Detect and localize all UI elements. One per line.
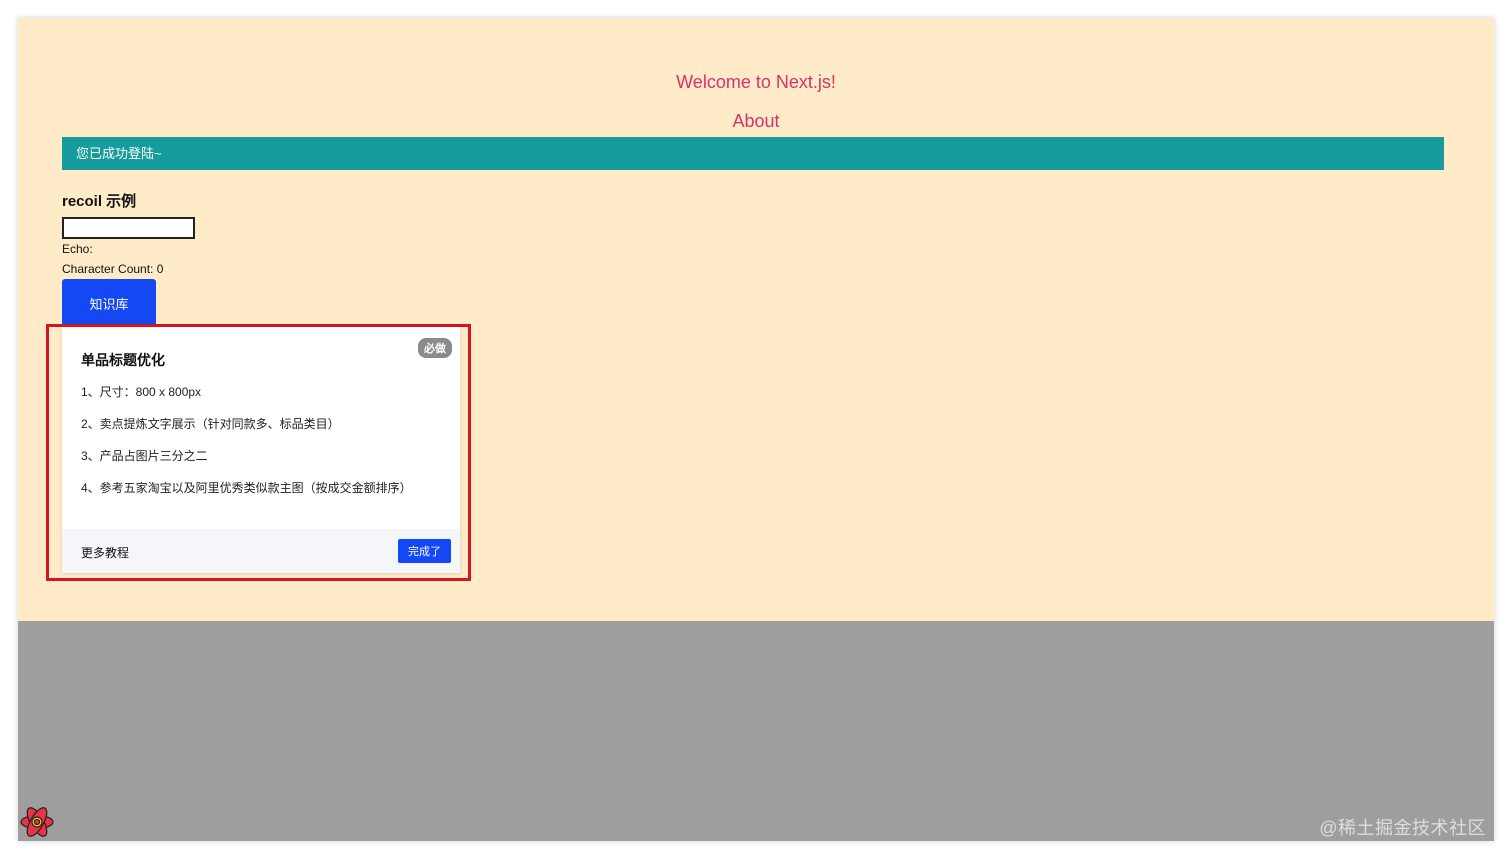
knowledge-base-button[interactable]: 知识库 [62,279,156,327]
page-content: Welcome to Next.js! About 您已成功登陆~ recoil… [18,18,1494,621]
about-link[interactable]: About [18,111,1494,132]
browser-viewport: Welcome to Next.js! About 您已成功登陆~ recoil… [18,18,1494,841]
login-success-banner: 您已成功登陆~ [62,137,1444,170]
echo-label: Echo: [62,242,93,256]
watermark-text: @稀土掘金技术社区 [1319,818,1486,838]
recoil-example-heading: recoil 示例 [62,193,137,210]
highlight-frame [46,324,471,581]
recoil-text-input[interactable] [62,217,195,239]
character-count-label: Character Count: 0 [62,262,164,276]
page-title: Welcome to Next.js! [676,72,836,92]
react-atom-icon[interactable] [18,803,56,841]
react-atom-icon-svg [20,807,54,837]
